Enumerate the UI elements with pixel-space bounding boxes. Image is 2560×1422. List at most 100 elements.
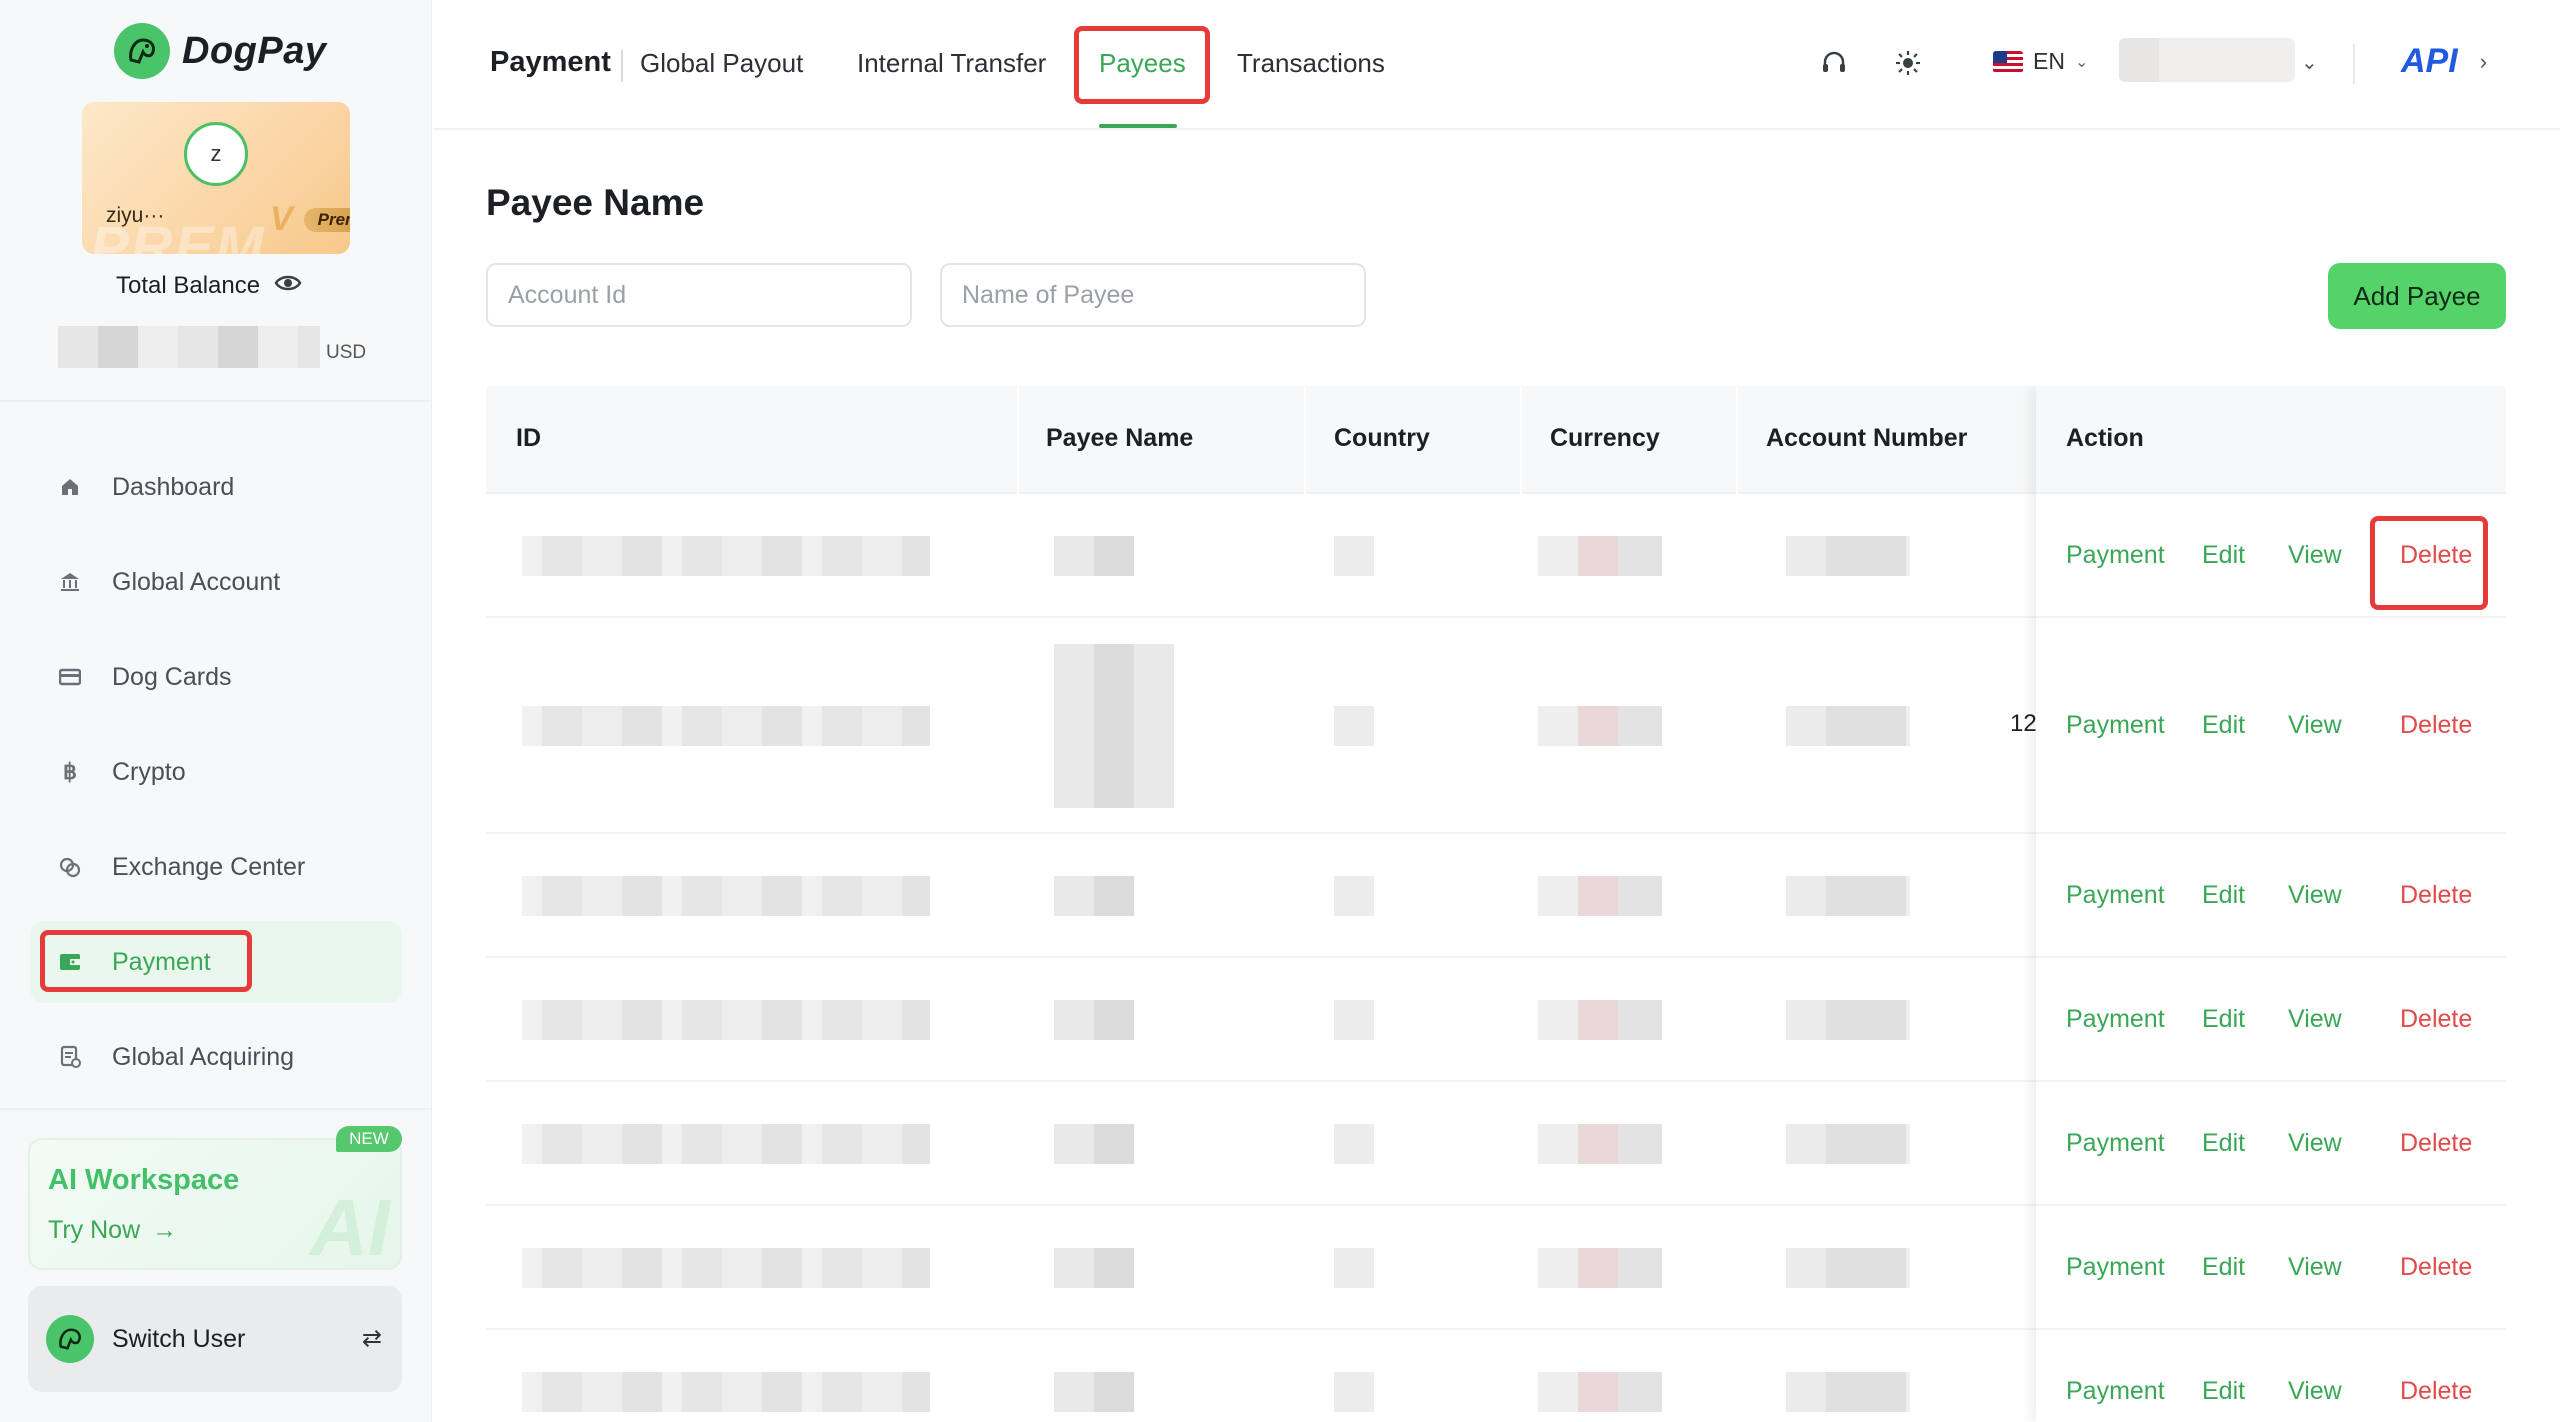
eye-icon[interactable] [274, 272, 302, 300]
payment-action-link[interactable]: Payment [2066, 881, 2165, 910]
view-action-link[interactable]: View [2288, 1253, 2342, 1282]
delete-action-link[interactable]: Delete [2400, 1377, 2472, 1406]
us-flag-icon [1993, 50, 2023, 73]
payment-action-link[interactable]: Payment [2066, 541, 2165, 570]
country-cell-redacted [1334, 1124, 1374, 1164]
edit-action-link[interactable]: Edit [2202, 711, 2245, 740]
id-cell-redacted [522, 876, 930, 916]
headset-icon[interactable] [1819, 48, 1849, 78]
tab-internal-transfer[interactable]: Internal Transfer [857, 48, 1046, 79]
view-action-link[interactable]: View [2288, 1377, 2342, 1406]
sidebar-item-label: Exchange Center [112, 852, 306, 881]
edit-action-link[interactable]: Edit [2202, 1253, 2245, 1282]
payee-name-cell-redacted [1054, 644, 1174, 808]
language-label: EN [2033, 48, 2065, 74]
payment-action-link[interactable]: Payment [2066, 711, 2165, 740]
sidebar-item-label: Crypto [112, 757, 186, 786]
avatar: z [184, 122, 248, 186]
chevron-right-icon: › [2479, 48, 2488, 74]
sidebar-nav: Dashboard Global Account Dog Cards ฿ Cry… [30, 446, 402, 1111]
account-number-cell-redacted [1786, 706, 1910, 746]
country-cell-redacted [1334, 536, 1374, 576]
dog-avatar-icon [46, 1315, 94, 1363]
sidebar-item-crypto[interactable]: ฿ Crypto [30, 731, 402, 813]
switch-user-button[interactable]: Switch User ⇄ [28, 1286, 402, 1392]
account-selector-redacted[interactable] [2119, 38, 2295, 82]
sidebar-item-dog-cards[interactable]: Dog Cards [30, 636, 402, 718]
column-header-id: ID [516, 424, 541, 452]
edit-action-link[interactable]: Edit [2202, 881, 2245, 910]
currency-cell-redacted [1538, 1248, 1662, 1288]
ai-workspace-card[interactable]: AI AI Workspace Try Now → [28, 1138, 402, 1270]
theme-sun-icon[interactable] [1893, 48, 1923, 78]
column-header-action: Action [2066, 424, 2144, 452]
active-tab-indicator [1099, 124, 1177, 128]
arrow-right-icon: → [152, 1216, 178, 1244]
payee-name-cell-redacted [1054, 1000, 1134, 1040]
currency-cell-redacted [1538, 1372, 1662, 1412]
delete-action-link[interactable]: Delete [2400, 711, 2472, 740]
currency-cell-redacted [1538, 706, 1662, 746]
sidebar-item-global-account[interactable]: Global Account [30, 541, 402, 623]
sidebar-item-global-acquiring[interactable]: Global Acquiring [30, 1016, 402, 1098]
view-action-link[interactable]: View [2288, 881, 2342, 910]
exchange-icon [58, 855, 82, 879]
edit-action-link[interactable]: Edit [2202, 541, 2245, 570]
currency-cell-redacted [1538, 1000, 1662, 1040]
payee-name-input[interactable] [940, 263, 1366, 327]
column-divider [1304, 386, 1306, 494]
sidebar-item-label: Dog Cards [112, 662, 232, 691]
tab-transactions[interactable]: Transactions [1237, 48, 1385, 79]
id-cell-redacted [522, 1248, 930, 1288]
action-column: Action Payment Edit View Delete Payment Edit V… [2036, 386, 2506, 1422]
payment-action-link[interactable]: Payment [2066, 1377, 2165, 1406]
topbar-separator [2353, 44, 2355, 84]
brand-name: DogPay [182, 29, 327, 72]
payment-action-link[interactable]: Payment [2066, 1129, 2165, 1158]
app-root: DogPay PREM z ziyu··· V Premium Total Ba… [0, 0, 2560, 1422]
view-action-link[interactable]: View [2288, 1129, 2342, 1158]
language-selector[interactable]: EN ⌄ [1993, 48, 2088, 75]
delete-action-link[interactable]: Delete [2400, 1005, 2472, 1034]
delete-action-link[interactable]: Delete [2400, 1129, 2472, 1158]
delete-action-link[interactable]: Delete [2400, 1253, 2472, 1282]
switch-user-label: Switch User [112, 1324, 246, 1353]
column-divider [1520, 386, 1522, 494]
view-action-link[interactable]: View [2288, 711, 2342, 740]
payees-table: ID Payee Name Country Currency Account N… [486, 386, 2506, 1422]
sidebar-item-payment[interactable]: Payment [30, 921, 402, 1003]
tab-payees[interactable]: Payees [1099, 48, 1186, 79]
edit-action-link[interactable]: Edit [2202, 1377, 2245, 1406]
sidebar-item-exchange-center[interactable]: Exchange Center [30, 826, 402, 908]
view-action-link[interactable]: View [2288, 541, 2342, 570]
swap-arrows-icon: ⇄ [361, 1325, 382, 1352]
edit-action-link[interactable]: Edit [2202, 1005, 2245, 1034]
api-label: API [2401, 42, 2458, 80]
account-number-cell-redacted [1786, 1000, 1910, 1040]
wallet-icon [58, 950, 82, 974]
ai-workspace-title: AI Workspace [48, 1164, 240, 1196]
payment-action-link[interactable]: Payment [2066, 1005, 2165, 1034]
edit-action-link[interactable]: Edit [2202, 1129, 2245, 1158]
id-cell-redacted [522, 1000, 930, 1040]
top-bar: Payment Global Payout Internal Transfer … [433, 0, 2560, 130]
sidebar-item-dashboard[interactable]: Dashboard [30, 446, 402, 528]
payee-name-cell-redacted [1054, 1124, 1134, 1164]
try-now-link[interactable]: Try Now → [48, 1216, 177, 1245]
view-action-link[interactable]: View [2288, 1005, 2342, 1034]
payment-action-link[interactable]: Payment [2066, 1253, 2165, 1282]
page-title: Payee Name [486, 182, 705, 223]
add-payee-button[interactable]: Add Payee [2328, 263, 2506, 329]
column-header-account-number: Account Number [1766, 424, 1968, 452]
chevron-down-icon[interactable]: ⌄ [2301, 50, 2318, 75]
total-balance: Total Balance [116, 272, 302, 300]
ai-watermark: AI [310, 1183, 390, 1270]
logo[interactable]: DogPay [114, 22, 326, 80]
profile-card[interactable]: PREM z ziyu··· V Premium [82, 102, 350, 254]
delete-action-link[interactable]: Delete [2400, 881, 2472, 910]
payee-name-cell-redacted [1054, 876, 1134, 916]
account-id-input[interactable] [486, 263, 912, 327]
delete-action-link[interactable]: Delete [2400, 541, 2472, 570]
api-link[interactable]: API › [2401, 42, 2487, 81]
tab-global-payout[interactable]: Global Payout [640, 48, 803, 79]
